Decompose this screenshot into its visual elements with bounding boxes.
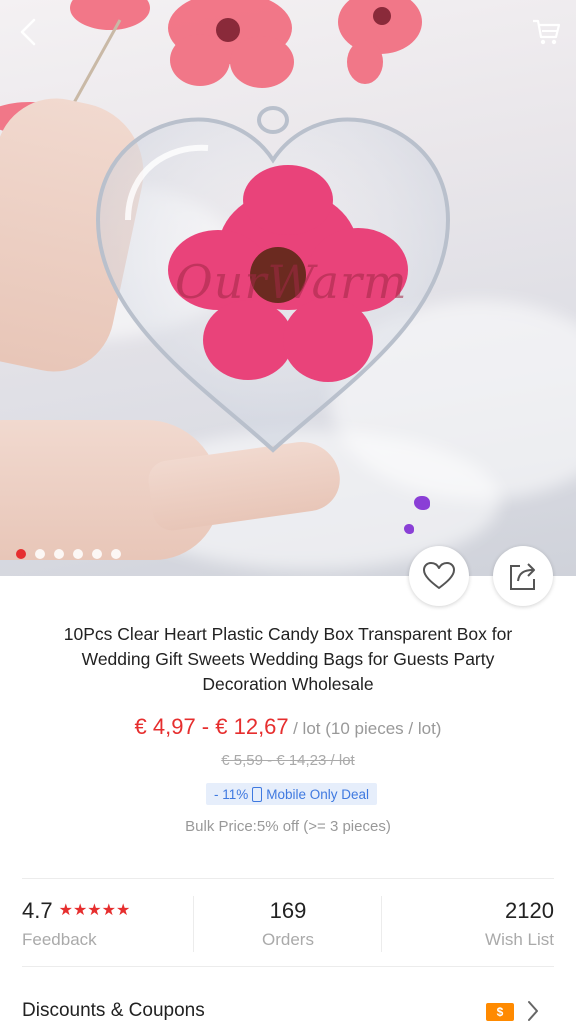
heart-outline-icon [423, 562, 455, 589]
chevron-right-icon [528, 1001, 538, 1021]
pagination-dot[interactable] [92, 549, 102, 559]
price-unit: / lot (10 pieces / lot) [293, 719, 442, 738]
stats-bar: 4.7 ★★★★★ Feedback 169 Orders 2120 Wish L… [0, 880, 576, 966]
wishlist-label: Wish List [485, 930, 554, 949]
original-price: € 5,59 - € 14,23 / lot [221, 752, 355, 769]
orders-count: 169 [269, 898, 307, 923]
cart-icon [533, 19, 561, 45]
confetti [404, 524, 414, 534]
bulk-price: Bulk Price:5% off (>= 3 pieces) [185, 818, 391, 835]
pagination-dot[interactable] [54, 549, 64, 559]
discounts-coupons-row[interactable]: Discounts & Coupons $ [22, 1000, 554, 1024]
product-image-gallery[interactable]: OurWarm [0, 0, 576, 576]
price-line: € 4,97 - € 12,67 / lot (10 pieces / lot) [0, 714, 576, 740]
deal-label: Mobile Only Deal [266, 786, 370, 802]
divider [22, 878, 554, 879]
rating-value: 4.7 [22, 898, 53, 923]
mobile-deal-badge: - 11% Mobile Only Deal [206, 783, 378, 805]
pagination-dot[interactable] [35, 549, 45, 559]
confetti [414, 496, 430, 510]
gallery-pagination [16, 549, 121, 559]
product-price: € 4,97 - € 12,67 [134, 714, 289, 739]
share-icon [510, 563, 535, 590]
cart-button[interactable] [526, 12, 566, 52]
discount-percent: - 11% [214, 786, 249, 802]
rating-row: 4.7 ★★★★★ [22, 898, 130, 924]
feedback-stat[interactable]: 4.7 ★★★★★ Feedback [22, 880, 192, 966]
coupons-label: Discounts & Coupons [22, 1000, 205, 1021]
orders-stat[interactable]: 169 Orders [194, 880, 382, 966]
mobile-phone-icon [252, 786, 263, 802]
pagination-dot[interactable] [16, 549, 26, 559]
orders-label: Orders [262, 930, 314, 949]
pagination-dot[interactable] [111, 549, 121, 559]
divider [22, 966, 554, 967]
watermark-text: OurWarm [175, 255, 408, 309]
rating-stars-icon: ★★★★★ [58, 902, 131, 919]
product-title: 10Pcs Clear Heart Plastic Candy Box Tran… [63, 624, 513, 694]
feedback-label: Feedback [22, 930, 97, 949]
pagination-dot[interactable] [73, 549, 83, 559]
share-button[interactable] [493, 546, 553, 606]
coupon-icon: $ [486, 1003, 514, 1021]
back-button[interactable] [8, 12, 48, 52]
add-to-wishlist-button[interactable] [409, 546, 469, 606]
wishlist-stat[interactable]: 2120 Wish List [382, 880, 554, 966]
chevron-left-icon [20, 18, 36, 46]
wishlist-count: 2120 [505, 898, 554, 923]
